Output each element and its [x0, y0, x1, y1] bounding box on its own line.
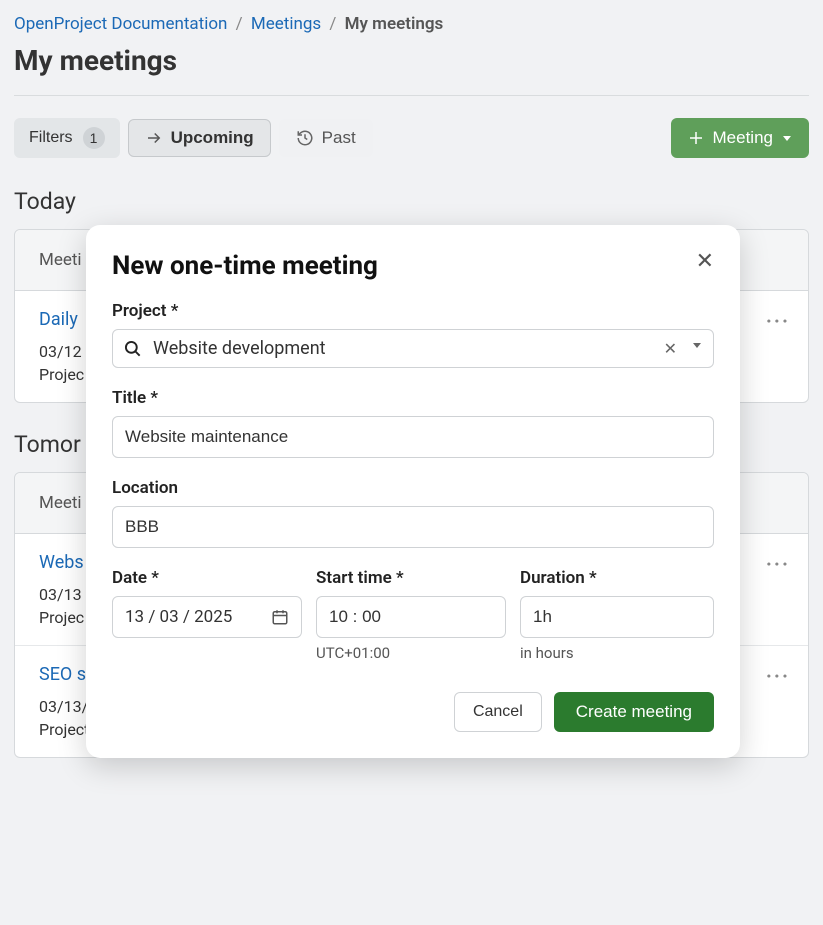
breadcrumb-root[interactable]: OpenProject Documentation: [14, 14, 227, 34]
start-time-field-label: Start time *: [316, 568, 506, 588]
plus-icon: [687, 129, 705, 147]
upcoming-label: Upcoming: [171, 128, 254, 148]
meeting-link[interactable]: Webs: [39, 552, 84, 573]
breadcrumb-sep: /: [236, 14, 243, 34]
cancel-button[interactable]: Cancel: [454, 692, 542, 732]
location-field-label: Location: [112, 478, 714, 498]
dialog-title: New one-time meeting: [112, 251, 378, 281]
filters-count-badge: 1: [83, 127, 105, 149]
project-value: Website development: [153, 338, 654, 359]
start-time-input[interactable]: [316, 596, 506, 638]
search-icon: [123, 339, 143, 359]
breadcrumb: OpenProject Documentation / Meetings / M…: [14, 14, 809, 34]
filters-label: Filters: [29, 129, 73, 147]
start-time-hint: UTC+01:00: [316, 644, 506, 662]
project-field-label: Project *: [112, 301, 714, 321]
duration-input[interactable]: [520, 596, 714, 638]
breadcrumb-section[interactable]: Meetings: [251, 14, 321, 34]
past-label: Past: [322, 128, 356, 148]
date-input[interactable]: 13 / 03 / 2025: [112, 596, 302, 638]
title-input[interactable]: [112, 416, 714, 458]
date-field-label: Date *: [112, 568, 302, 588]
new-meeting-dialog: New one-time meeting ✕ Project * Website…: [86, 225, 740, 758]
duration-hint: in hours: [520, 644, 714, 662]
item-actions-menu[interactable]: ···: [766, 552, 790, 576]
history-icon: [296, 129, 314, 147]
title-field-label: Title *: [112, 388, 714, 408]
clear-icon[interactable]: ✕: [664, 339, 677, 358]
location-input[interactable]: [112, 506, 714, 548]
breadcrumb-sep: /: [329, 14, 336, 34]
past-tab[interactable]: Past: [279, 119, 373, 157]
item-actions-menu[interactable]: ···: [766, 664, 790, 688]
calendar-icon: [271, 608, 289, 626]
new-meeting-label: Meeting: [713, 128, 773, 148]
create-meeting-button[interactable]: Create meeting: [554, 692, 714, 732]
new-meeting-button[interactable]: Meeting: [671, 118, 809, 158]
divider: [14, 95, 809, 96]
project-select[interactable]: Website development ✕: [112, 329, 714, 368]
meeting-link[interactable]: Daily: [39, 309, 78, 330]
duration-field-label: Duration *: [520, 568, 714, 588]
section-title-today: Today: [14, 188, 809, 215]
filters-button[interactable]: Filters 1: [14, 118, 120, 158]
page-title: My meetings: [14, 44, 809, 77]
caret-down-icon[interactable]: [691, 339, 703, 358]
date-value: 13 / 03 / 2025: [125, 607, 232, 627]
arrow-right-icon: [145, 129, 163, 147]
item-actions-menu[interactable]: ···: [766, 309, 790, 333]
breadcrumb-current: My meetings: [345, 14, 444, 34]
filter-row: Filters 1 Upcoming Past Meeting: [14, 118, 809, 158]
close-icon[interactable]: ✕: [696, 251, 714, 273]
upcoming-tab[interactable]: Upcoming: [128, 119, 271, 157]
caret-down-icon: [781, 132, 793, 144]
